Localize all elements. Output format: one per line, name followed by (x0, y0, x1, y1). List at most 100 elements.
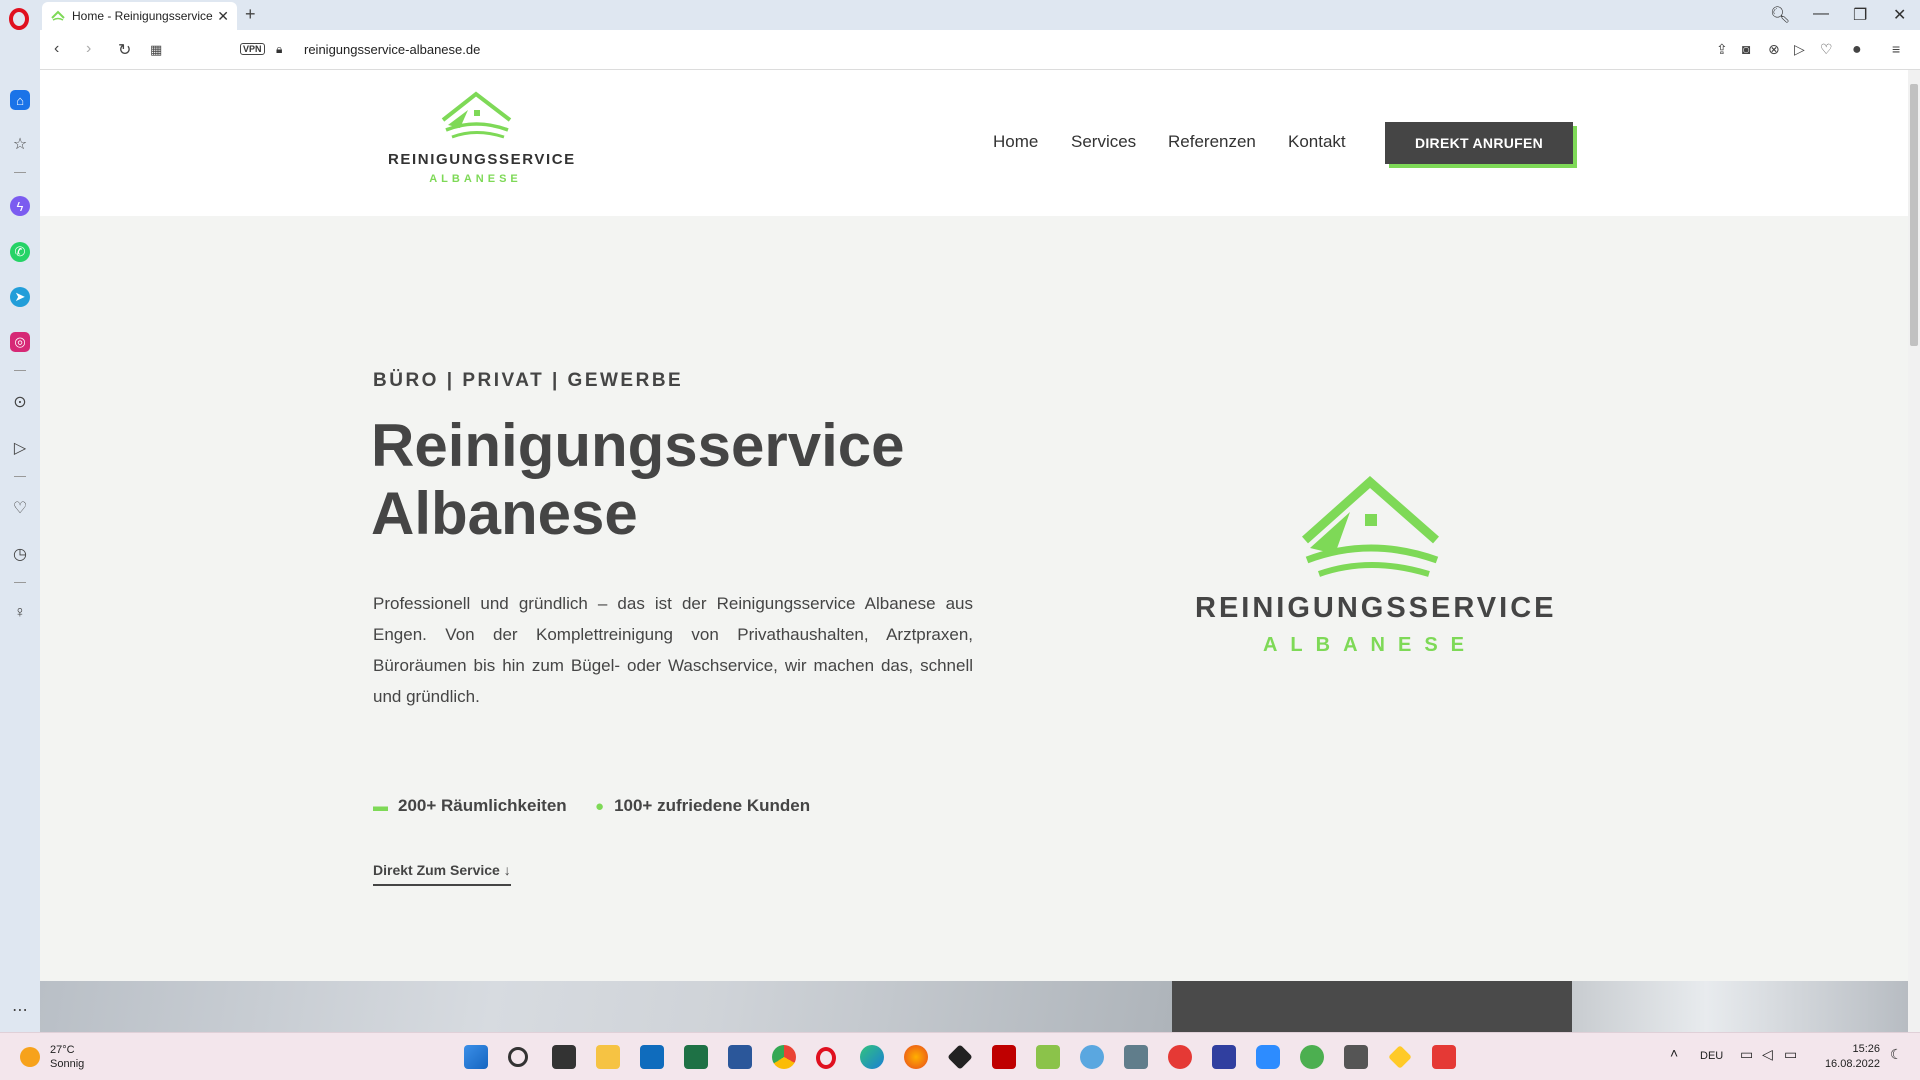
calculator-icon[interactable] (1124, 1045, 1148, 1069)
lock-icon[interactable]: 🔒︎ (276, 42, 282, 57)
gallery-image (1572, 981, 1908, 1032)
send-icon[interactable]: ▷ (1794, 41, 1805, 58)
weather-condition: Sonnig (50, 1058, 85, 1070)
start-icon[interactable] (464, 1045, 488, 1069)
share-icon[interactable]: ⇪ (1716, 41, 1728, 58)
camera-icon[interactable]: ◙ (1742, 41, 1750, 57)
hero-description: Professionell und gründlich – das ist de… (373, 594, 973, 706)
language-indicator[interactable]: DEU (1700, 1050, 1723, 1062)
sidebar-divider (14, 476, 26, 477)
inkscape-icon[interactable] (947, 1044, 973, 1070)
new-tab-button[interactable]: + (245, 4, 256, 25)
battery-icon[interactable]: ▭ (1784, 1046, 1797, 1063)
edge-icon[interactable] (860, 1045, 884, 1069)
temperature: 27°C (50, 1044, 75, 1056)
page-scrollbar[interactable] (1908, 70, 1920, 1032)
site-header: REINIGUNGSSERVICE ALBANESE Home Services… (40, 70, 1908, 216)
nav-referenzen[interactable]: Referenzen (1168, 132, 1256, 152)
direkt-anrufen-button[interactable]: DIREKT ANRUFEN (1385, 122, 1573, 164)
outlook-icon[interactable] (640, 1045, 664, 1069)
house-logo-icon (1302, 476, 1439, 577)
stat-customers: ● 100+ zufriedene Kunden (595, 796, 810, 816)
app-icon[interactable] (1212, 1045, 1236, 1069)
url-field[interactable]: reinigungsservice-albanese.de (304, 42, 480, 57)
task-view-icon[interactable] (552, 1045, 576, 1069)
adblock-icon[interactable]: ⊗ (1768, 41, 1780, 58)
lightbulb-icon[interactable]: ♀ (10, 604, 30, 622)
close-window-button[interactable]: ✕ (1893, 5, 1906, 25)
stat-customers-label: 100+ zufriedene Kunden (614, 796, 811, 815)
network-icon[interactable]: ▭ (1740, 1046, 1753, 1063)
nav-home[interactable]: Home (993, 132, 1038, 152)
sidebar-divider (14, 172, 26, 173)
gallery-image (40, 981, 1172, 1032)
back-button[interactable]: ‹ (54, 40, 59, 58)
hero-section: BÜRO | PRIVAT | GEWERBE Reinigungsservic… (40, 216, 1908, 981)
app-icon[interactable] (1300, 1045, 1324, 1069)
stat-rooms: ▬ 200+ Räumlichkeiten (373, 796, 567, 816)
messenger-icon[interactable]: ϟ (10, 196, 30, 216)
address-bar-row: ‹ › ↻ ▦ VPN 🔒︎ reinigungsservice-albanes… (40, 30, 1920, 70)
chevron-up-icon[interactable]: ˄ (1670, 1045, 1678, 1061)
player-icon[interactable]: ⊙ (10, 392, 30, 412)
hero-title: Reinigungsservice Albanese (371, 412, 1071, 548)
nav-services[interactable]: Services (1071, 132, 1136, 152)
restore-button[interactable]: ❐ (1853, 5, 1867, 25)
logo-text-line2: ALBANESE (429, 173, 522, 185)
firefox-icon[interactable] (904, 1045, 928, 1069)
telegram-icon[interactable]: ➤ (10, 287, 30, 307)
opera-sidebar: ⌂ ☆ ϟ ✆ ➤ ◎ ⊙ ▷ ♡ ◷ ♀ ⋯ (0, 30, 40, 1032)
app-icon[interactable] (1344, 1045, 1368, 1069)
browser-tab[interactable]: Home - Reinigungsservice ✕ (42, 2, 237, 30)
close-tab-icon[interactable]: ✕ (217, 8, 229, 25)
volume-icon[interactable]: ◁ (1762, 1046, 1773, 1063)
hero-title-line1: Reinigungsservice (371, 412, 905, 479)
weather-widget[interactable]: 27°C Sonnig (20, 1044, 84, 1070)
hero-title-line2: Albanese (371, 480, 638, 547)
minimize-button[interactable]: — (1813, 5, 1829, 23)
direkt-zum-service-link[interactable]: Direkt Zum Service ↓ (373, 862, 511, 886)
zoom-icon[interactable] (1256, 1045, 1280, 1069)
site-logo[interactable]: REINIGUNGSSERVICE ALBANESE (388, 90, 574, 190)
file-explorer-icon[interactable] (596, 1045, 620, 1069)
arrow-down-icon: ↓ (503, 862, 511, 878)
history-icon[interactable]: ◷ (10, 544, 30, 564)
favorites-icon[interactable]: ♡ (10, 498, 30, 518)
sidebar-divider (14, 370, 26, 371)
notifications-icon[interactable]: ☾ (1890, 1046, 1903, 1063)
opera-icon[interactable] (816, 1047, 836, 1069)
stat-rooms-label: 200+ Räumlichkeiten (398, 796, 567, 815)
notepad-icon[interactable] (1036, 1045, 1060, 1069)
vpn-badge[interactable]: VPN (240, 43, 265, 55)
whatsapp-icon[interactable]: ✆ (10, 242, 30, 262)
heart-icon[interactable]: ♡ (1820, 41, 1833, 58)
word-icon[interactable] (728, 1045, 752, 1069)
filezilla-icon[interactable] (992, 1045, 1016, 1069)
chrome-icon[interactable] (772, 1045, 796, 1069)
more-icon[interactable]: ⋯ (10, 1000, 30, 1020)
sofa-icon: ▬ (373, 797, 388, 815)
clock[interactable]: 15:26 16.08.2022 (1818, 1043, 1880, 1070)
scrollbar-thumb[interactable] (1910, 84, 1918, 346)
send-icon[interactable]: ▷ (10, 438, 30, 458)
tabs-grid-icon[interactable]: ▦ (150, 42, 162, 58)
app-icon[interactable] (1432, 1045, 1456, 1069)
time: 15:26 (1852, 1043, 1880, 1055)
menu-icon[interactable]: ≡ (1892, 41, 1900, 57)
excel-icon[interactable] (684, 1045, 708, 1069)
home-icon[interactable]: ⌂ (10, 90, 30, 110)
profile-icon[interactable]: ● (1852, 41, 1862, 59)
search-icon[interactable] (508, 1047, 528, 1067)
paint-icon[interactable] (1080, 1045, 1104, 1069)
image-gallery-strip (40, 981, 1908, 1032)
web-page: REINIGUNGSSERVICE ALBANESE Home Services… (40, 70, 1908, 1032)
opera-logo-icon[interactable] (8, 8, 30, 30)
nav-kontakt[interactable]: Kontakt (1288, 132, 1346, 152)
speed-dial-icon[interactable]: ☆ (10, 134, 30, 154)
reload-button[interactable]: ↻ (118, 40, 131, 60)
app-icon[interactable] (1388, 1045, 1412, 1069)
forward-button[interactable]: › (86, 40, 91, 58)
instagram-icon[interactable]: ◎ (10, 332, 30, 352)
search-tabs-icon[interactable]: 🔍︎ (1770, 5, 1790, 25)
app-icon[interactable] (1168, 1045, 1192, 1069)
